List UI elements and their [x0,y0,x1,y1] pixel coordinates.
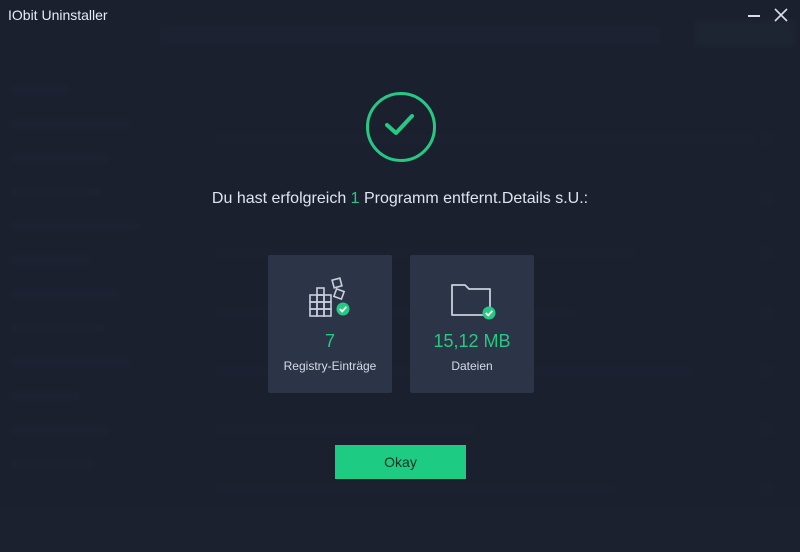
files-size: 15,12 MB [433,331,511,351]
removed-count: 1 [350,190,360,207]
title-bar: IObit Uninstaller [0,0,800,30]
window-title: IObit Uninstaller [8,7,108,23]
okay-button[interactable]: Okay [335,445,466,479]
message-prefix: Du hast erfolgreich [211,190,351,207]
registry-entries-card: 7 Registry-Einträge [268,255,392,393]
registry-blocks-icon [309,277,350,317]
close-button[interactable] [770,4,792,26]
registry-label: Registry-Einträge [283,359,377,373]
registry-count: 7 [324,331,335,351]
files-card: 15,12 MB Dateien [410,255,534,393]
folder-check-icon [451,284,496,320]
success-message: Du hast erfolgreich 1 Programm entfernt.… [0,190,800,208]
message-suffix: Programm entfernt.Details s.U.: [359,190,589,207]
files-label: Dateien [451,359,493,373]
close-icon [774,8,788,22]
checkmark-circle-icon [366,92,436,162]
minimize-button[interactable] [744,4,766,26]
